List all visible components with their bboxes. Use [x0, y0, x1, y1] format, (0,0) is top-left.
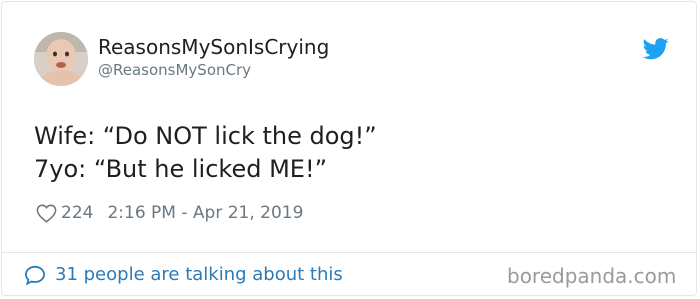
tweet-meta: 224 2:16 PM - Apr 21, 2019 [36, 201, 303, 225]
speech-bubble-icon [24, 265, 46, 285]
tweet-line: Wife: “Do NOT lick the dog!” [34, 122, 377, 150]
divider [2, 252, 696, 253]
tweet-card: ReasonsMySonIsCrying @ReasonsMySonCry Wi… [1, 1, 697, 296]
watermark-logo: boredpanda.com [507, 264, 677, 288]
tweet-line: 7yo: “But he licked ME!” [34, 155, 328, 183]
like-count[interactable]: 224 [61, 203, 93, 223]
talking-link[interactable]: 31 people are talking about this [24, 264, 343, 285]
user-handle[interactable]: @ReasonsMySonCry [98, 61, 251, 79]
heart-icon[interactable] [36, 204, 57, 223]
tweet-text: Wife: “Do NOT lick the dog!” 7yo: “But h… [34, 120, 377, 186]
twitter-bird-icon[interactable] [643, 38, 669, 60]
display-name[interactable]: ReasonsMySonIsCrying [98, 35, 329, 59]
baby-avatar-image [34, 32, 88, 86]
avatar[interactable] [34, 32, 88, 86]
talking-text[interactable]: 31 people are talking about this [55, 264, 343, 285]
timestamp[interactable]: 2:16 PM - Apr 21, 2019 [107, 203, 303, 223]
